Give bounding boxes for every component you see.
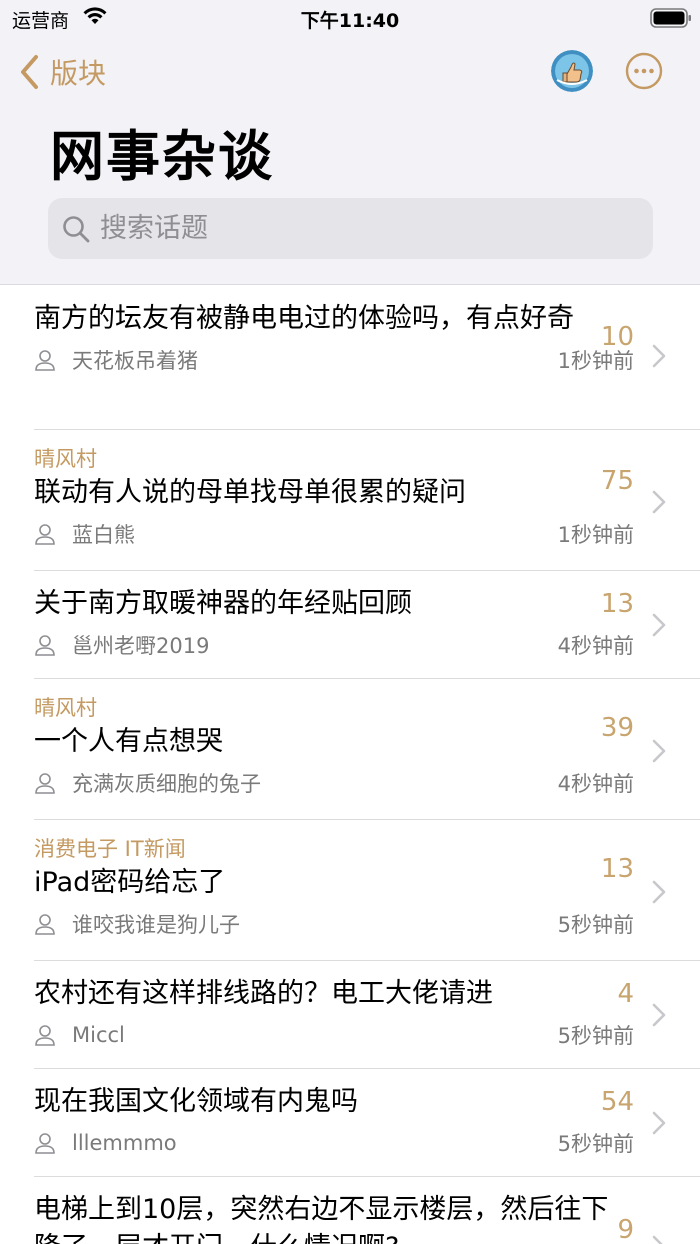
search-icon [63,215,90,242]
user-icon [35,350,55,371]
reply-count: 39 [600,713,634,743]
topic-row[interactable]: 关于南方取暖神器的年经贴回顾 13 邕州老嘢2019 4秒钟前 [34,571,700,679]
topic-list: 南方的坛友有被静电电过的体验吗，有点好奇 10 天花板吊着猪 1秒钟前 晴风村 … [0,286,700,1244]
user-icon [35,914,55,935]
topic-author: Miccl [72,1023,125,1047]
topic-row[interactable]: 现在我国文化领域有内鬼吗 54 lllemmmo 5秒钟前 [34,1069,700,1177]
topic-meta: Miccl 5秒钟前 [34,1013,634,1057]
chevron-right-icon [652,613,666,637]
user-icon [35,773,55,794]
topic-category: 晴风村 [34,447,97,471]
topic-title: iPad密码给忘了 [34,867,226,898]
back-label: 版块 [50,57,107,90]
topic-meta: 蓝白熊 1秒钟前 [34,512,634,556]
topic-time: 1秒钟前 [557,349,634,373]
topic-author: 天花板吊着猪 [72,349,198,373]
search-bar[interactable] [48,198,653,259]
topic-meta: 谁咬我谁是狗儿子 5秒钟前 [34,902,634,946]
topic-meta: 邕州老嘢2019 4秒钟前 [34,623,634,667]
topic-title: 南方的坛友有被静电电过的体验吗，有点好奇 [34,303,574,334]
chevron-right-icon [652,1111,666,1135]
reply-count: 4 [617,979,634,1009]
topic-category: 晴风村 [34,696,97,720]
reply-count: 54 [600,1087,634,1117]
topic-row[interactable]: 消费电子 IT新闻 iPad密码给忘了 13 谁咬我谁是狗儿子 5秒钟前 [34,820,700,961]
topic-time: 5秒钟前 [557,1024,634,1048]
reply-count: 9 [617,1215,634,1244]
search-input[interactable] [100,213,620,244]
topic-author: lllemmmo [72,1131,177,1155]
topic-row[interactable]: 晴风村 一个人有点想哭 39 充满灰质细胞的兔子 4秒钟前 [34,679,700,820]
topic-meta: lllemmmo 5秒钟前 [34,1121,634,1165]
header-area: 运营商 下午11:40 版块 网事杂谈 [0,0,700,285]
battery-icon [650,8,691,28]
topic-row[interactable]: 晴风村 联动有人说的母单找母单很累的疑问 75 蓝白熊 1秒钟前 [34,430,700,571]
user-icon [35,1025,55,1046]
thumbs-up-avatar-icon [551,50,593,92]
reply-count: 13 [600,854,634,884]
page-title: 网事杂谈 [50,125,274,188]
topic-title: 电梯上到10层，突然右边不显示楼层，然后往下降了一层才开门，什么情况啊? [34,1194,609,1244]
chevron-right-icon [652,880,666,904]
topic-time: 4秒钟前 [557,634,634,658]
topic-row[interactable]: 农村还有这样排线路的？电工大佬请进 4 Miccl 5秒钟前 [34,961,700,1069]
topic-row[interactable]: 电梯上到10层，突然右边不显示楼层，然后往下降了一层才开门，什么情况啊? 9 [34,1177,700,1244]
chevron-right-icon [652,490,666,514]
topic-title: 联动有人说的母单找母单很累的疑问 [34,477,466,508]
topic-title: 一个人有点想哭 [34,726,223,757]
topic-author: 蓝白熊 [72,523,135,547]
topic-time: 4秒钟前 [557,772,634,796]
chevron-right-icon [652,739,666,763]
more-options-icon[interactable] [625,52,663,90]
topic-meta: 充满灰质细胞的兔子 4秒钟前 [34,761,634,805]
topic-title: 现在我国文化领域有内鬼吗 [34,1086,358,1117]
topic-author: 谁咬我谁是狗儿子 [72,913,240,937]
user-icon [35,1133,55,1154]
reply-count: 75 [600,466,634,496]
topic-title: 农村还有这样排线路的？电工大佬请进 [34,978,493,1009]
topic-time: 5秒钟前 [557,1132,634,1156]
avatar[interactable] [551,50,593,92]
user-icon [35,635,55,656]
clock: 下午11:40 [300,10,400,32]
topic-time: 1秒钟前 [557,523,634,547]
chevron-right-icon [652,1235,663,1244]
chevron-right-icon [652,344,666,368]
reply-count: 13 [600,589,634,619]
back-button[interactable]: 版块 [18,50,106,94]
topic-category: 消费电子 IT新闻 [34,837,186,861]
topic-author: 邕州老嘢2019 [72,634,210,658]
user-icon [35,524,55,545]
topic-meta: 天花板吊着猪 1秒钟前 [34,338,634,382]
topic-author: 充满灰质细胞的兔子 [72,772,261,796]
chevron-right-icon [652,1003,666,1027]
topic-time: 5秒钟前 [557,913,634,937]
topic-title: 关于南方取暖神器的年经贴回顾 [34,588,412,619]
topic-row[interactable]: 南方的坛友有被静电电过的体验吗，有点好奇 10 天花板吊着猪 1秒钟前 [34,286,700,430]
status-bar: 运营商 下午11:40 [0,0,700,36]
chevron-left-icon [21,55,38,89]
